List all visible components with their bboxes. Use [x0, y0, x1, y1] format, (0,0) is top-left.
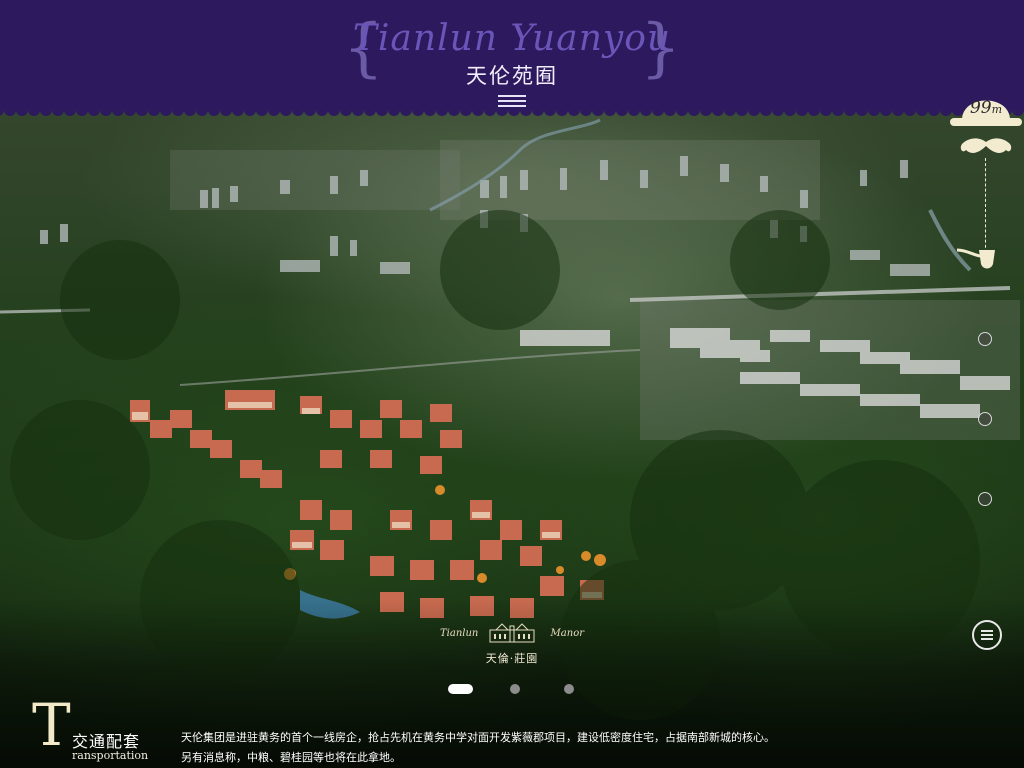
hamburger-circle-icon[interactable]: [972, 620, 1002, 650]
side-nav-dot-2[interactable]: [978, 412, 992, 426]
distance-progress-line: [985, 158, 986, 258]
side-nav-dot-3[interactable]: [978, 492, 992, 506]
carousel-page-1[interactable]: [448, 684, 473, 694]
menu-lines-icon[interactable]: [498, 95, 526, 109]
distance-unit: m: [991, 103, 1003, 116]
carousel-page-2[interactable]: [510, 684, 520, 694]
header-bar: { } Tianlun Yuanyou 天伦苑囿: [0, 0, 1024, 110]
brand-logo[interactable]: { } Tianlun Yuanyou 天伦苑囿: [343, 10, 681, 88]
manor-logo: Tianlun Manor 天倫·莊園: [440, 620, 584, 668]
carousel-page-3[interactable]: [564, 684, 574, 694]
manor-latin-left: Tianlun: [440, 628, 479, 639]
section-title: T 交通配套 ransportation: [32, 696, 182, 764]
manor-building-icon: [489, 623, 535, 643]
manor-chinese-name: 天倫·莊園: [485, 652, 539, 665]
manor-latin-right: Manor: [550, 628, 584, 639]
mustache-icon: [960, 138, 1012, 153]
section-description: 天伦集团是进驻黄务的首个一线房企，抢占先机在黄务中学对面开发紫薇郡项目，建设低密…: [181, 728, 881, 768]
distance-indicator: 99m: [948, 84, 1024, 128]
distance-readout: 99m: [948, 98, 1024, 118]
brand-latin-title: Tianlun Yuanyou: [352, 18, 672, 59]
header-scalloped-edge: [0, 108, 1024, 116]
pipe-icon: [956, 248, 995, 269]
brand-chinese-title: 天伦苑囿: [466, 64, 558, 88]
description-line-1: 天伦集团是进驻黄务的首个一线房企，抢占先机在黄务中学对面开发紫薇郡项目，建设低密…: [181, 731, 775, 744]
section-title-english: ransportation: [72, 749, 149, 762]
section-initial: T: [32, 691, 71, 759]
distance-value: 99: [969, 98, 992, 118]
description-line-2: 另有消息称，中粮、碧桂园等也将在此拿地。: [181, 751, 401, 764]
side-nav-dot-1[interactable]: [978, 332, 992, 346]
